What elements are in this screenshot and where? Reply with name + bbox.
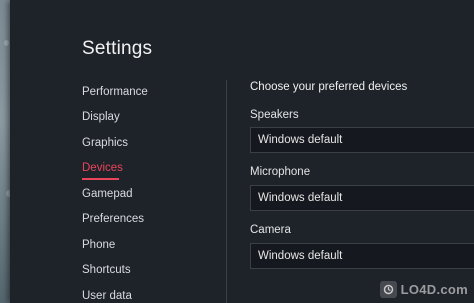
- watermark-text: LO4D.com: [400, 281, 468, 297]
- sidebar-item-label: Devices: [82, 162, 123, 174]
- sidebar-item-performance[interactable]: Performance: [82, 86, 148, 98]
- sidebar-divider: [226, 80, 227, 303]
- camera-select-value: Windows default: [258, 250, 343, 262]
- sidebar-item-user-data[interactable]: User data: [82, 290, 132, 302]
- sidebar-item-gamepad[interactable]: Gamepad: [82, 188, 133, 200]
- microphone-select[interactable]: Windows default: [250, 185, 474, 211]
- camera-select[interactable]: Windows default: [250, 243, 474, 269]
- sidebar-item-phone[interactable]: Phone: [82, 239, 115, 251]
- watermark: LO4D.com: [379, 279, 468, 299]
- page-title: Settings: [82, 38, 153, 59]
- sidebar-item-display[interactable]: Display: [82, 111, 120, 123]
- sidebar-item-preferences[interactable]: Preferences: [82, 213, 144, 225]
- active-indicator: [82, 178, 119, 180]
- speakers-label: Speakers: [250, 109, 299, 121]
- sidebar-item-devices[interactable]: Devices: [82, 162, 123, 180]
- section-heading: Choose your preferred devices: [250, 81, 408, 93]
- sidebar-item-shortcuts[interactable]: Shortcuts: [82, 264, 131, 276]
- microphone-select-value: Windows default: [258, 192, 343, 204]
- water-drop: [4, 40, 9, 46]
- camera-label: Camera: [250, 224, 291, 236]
- lo4d-logo-icon: [379, 280, 397, 298]
- speakers-select[interactable]: Windows default: [250, 127, 474, 153]
- settings-window: Settings Performance Display Graphics De…: [10, 0, 474, 303]
- speakers-select-value: Windows default: [258, 134, 343, 146]
- microphone-label: Microphone: [250, 166, 311, 178]
- sidebar-item-graphics[interactable]: Graphics: [82, 137, 128, 149]
